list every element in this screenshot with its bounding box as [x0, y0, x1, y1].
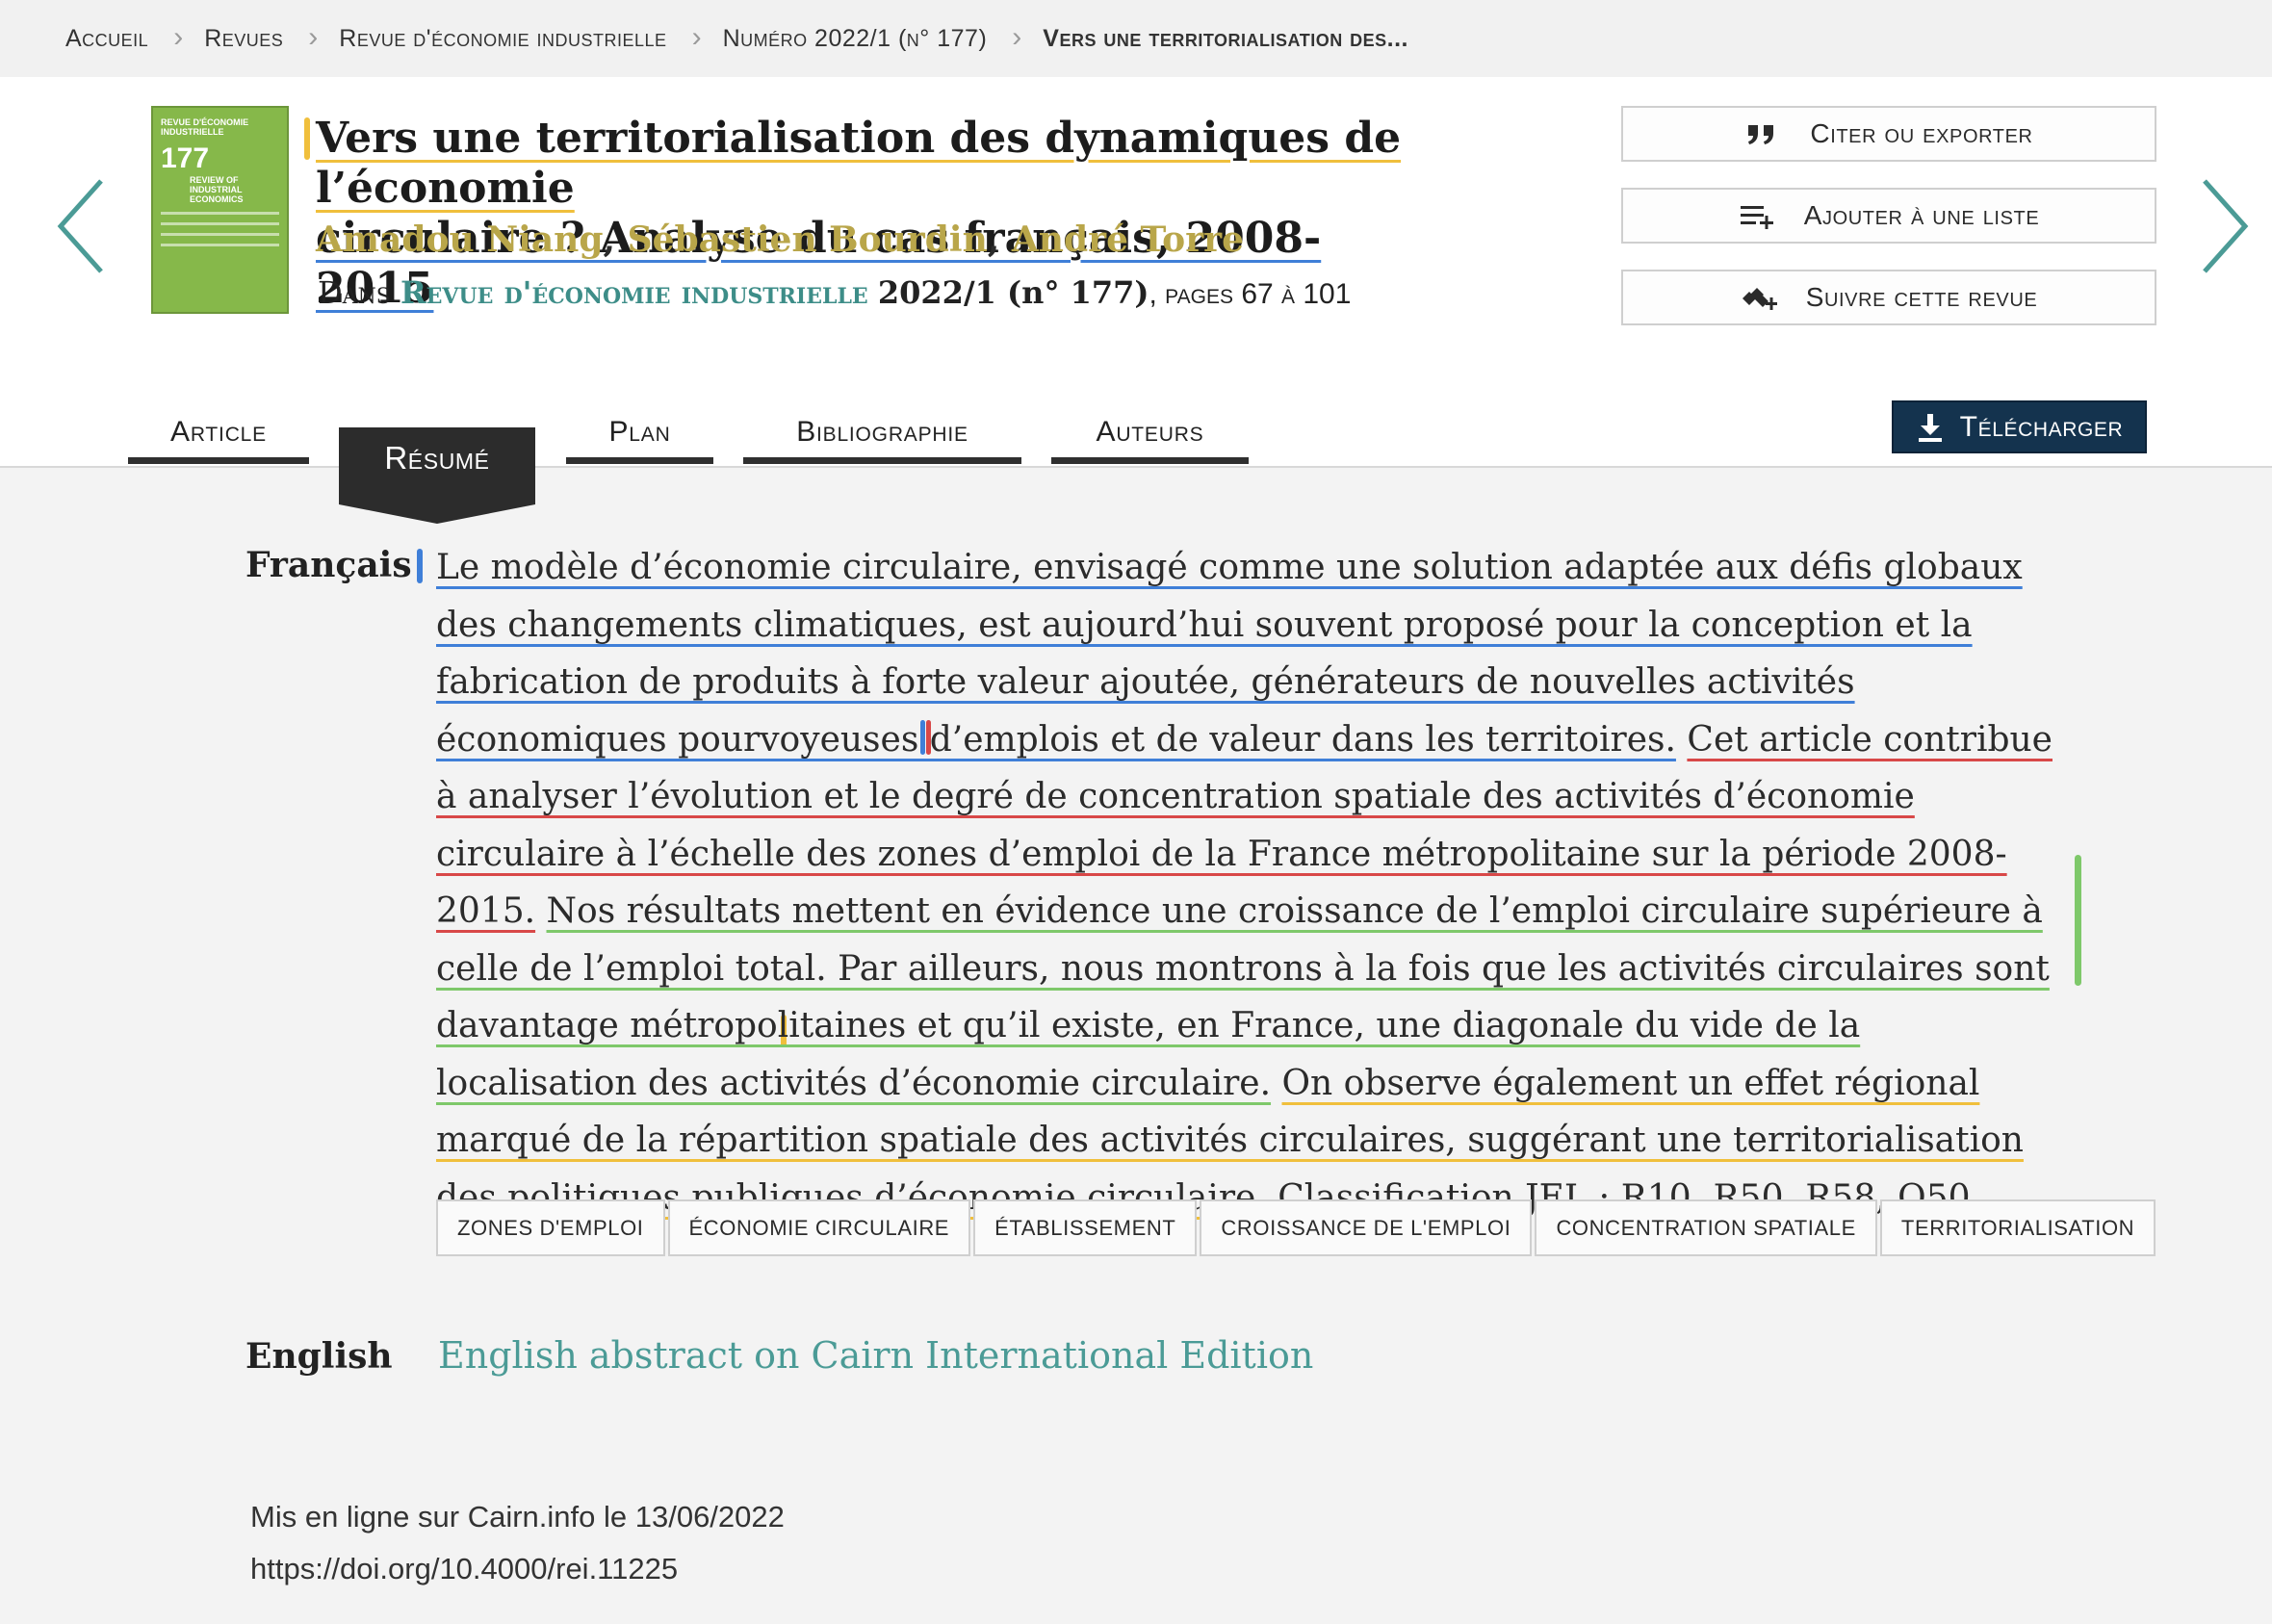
cover-line: [161, 244, 279, 246]
publication-date: Mis en ligne sur Cairn.info le 13/06/202…: [250, 1500, 785, 1534]
highlight-mark: [417, 549, 423, 583]
english-abstract-link[interactable]: English abstract on Cairn International …: [438, 1334, 1313, 1377]
tab-auteurs[interactable]: Auteurs: [1051, 404, 1249, 464]
keyword-tag[interactable]: ZONES D'EMPLOI: [436, 1199, 665, 1256]
author-link[interactable]: André Torre: [1012, 219, 1244, 260]
source-prefix: Dans: [318, 274, 391, 311]
download-button[interactable]: Télécharger: [1892, 400, 2147, 453]
keyword-tag[interactable]: TERRITORIALISATION: [1879, 1199, 2156, 1256]
cover-english-text: REVIEW OF INDUSTRIAL ECONOMICS: [190, 175, 244, 204]
highlight-mark: [304, 117, 310, 160]
cite-export-label: Citer ou exporter: [1810, 118, 2033, 148]
keyword-tag[interactable]: CONCENTRATION SPATIALE: [1535, 1199, 1877, 1256]
breadcrumb-issue[interactable]: Numéro 2022/1 (n° 177): [723, 25, 988, 53]
add-list-icon: [1740, 206, 1773, 229]
cite-export-button[interactable]: Citer ou exporter: [1621, 106, 2156, 162]
next-article-icon[interactable]: [2195, 173, 2253, 279]
english-label: English: [245, 1336, 393, 1377]
breadcrumb-current: Vers une territorialisation des...: [1043, 24, 1408, 52]
article-source: Dans Revue d'économie industrielle 2022/…: [318, 274, 1351, 311]
keyword-tag[interactable]: CROISSANCE DE L'EMPLOI: [1200, 1199, 1533, 1256]
journal-cover[interactable]: REVUE D'ÉCONOMIE INDUSTRIELLE 177 REVIEW…: [151, 106, 289, 314]
breadcrumb-home[interactable]: Accueil: [65, 25, 148, 53]
cover-journal-text: REVUE D'ÉCONOMIE INDUSTRIELLE: [161, 117, 249, 137]
issue-link[interactable]: 2022/1 (n° 177): [878, 274, 1149, 311]
tab-article[interactable]: Article: [128, 404, 309, 464]
journal-link[interactable]: Revue d'économie industrielle: [400, 274, 868, 311]
highlight-mark: [2075, 855, 2081, 986]
follow-icon: [1742, 288, 1777, 310]
previous-article-icon[interactable]: [53, 173, 111, 279]
breadcrumb: Accueil › Revues › Revue d'économie indu…: [0, 0, 2272, 77]
download-label: Télécharger: [1959, 410, 2124, 443]
chevron-right-icon: ›: [1012, 21, 1022, 53]
page-range: , pages 67 à 101: [1149, 278, 1352, 310]
add-to-list-label: Ajouter à une liste: [1803, 200, 2040, 230]
author-link[interactable]: Amadou Niang: [316, 219, 604, 260]
tab-bibliographie[interactable]: Bibliographie: [743, 404, 1021, 464]
keyword-tag[interactable]: ÉTABLISSEMENT: [973, 1199, 1198, 1256]
follow-journal-label: Suivre cette revue: [1805, 282, 2038, 312]
tab-plan[interactable]: Plan: [566, 404, 713, 464]
tab-resume[interactable]: Résumé: [339, 427, 535, 524]
quote-icon: [1748, 125, 1774, 144]
french-abstract: Le modèle d’économie circulaire, envisag…: [436, 539, 2063, 1226]
cover-line: [161, 233, 279, 236]
french-label: Français: [245, 545, 412, 585]
title-line-1: Vers une territorialisation des dynamiqu…: [316, 114, 1402, 213]
download-icon: [1918, 413, 1942, 442]
cover-number: 177: [161, 142, 210, 174]
author-link[interactable]: Sébastien Bourdin: [628, 219, 988, 260]
doi-link[interactable]: https://doi.org/10.4000/rei.11225: [250, 1552, 678, 1586]
add-to-list-button[interactable]: Ajouter à une liste: [1621, 188, 2156, 244]
keyword-list: ZONES D'EMPLOI ÉCONOMIE CIRCULAIRE ÉTABL…: [436, 1199, 2156, 1256]
chevron-right-icon: ›: [308, 21, 319, 53]
chevron-right-icon: ›: [173, 21, 184, 53]
cover-line: [161, 212, 279, 215]
follow-journal-button[interactable]: Suivre cette revue: [1621, 270, 2156, 325]
breadcrumb-revues[interactable]: Revues: [204, 25, 283, 53]
chevron-right-icon: ›: [691, 21, 702, 53]
keyword-tag[interactable]: ÉCONOMIE CIRCULAIRE: [667, 1199, 971, 1256]
breadcrumb-journal[interactable]: Revue d'économie industrielle: [339, 25, 666, 53]
author-list: Amadou Niang, Sébastien Bourdin, André T…: [316, 219, 1245, 260]
cover-line: [161, 222, 279, 225]
